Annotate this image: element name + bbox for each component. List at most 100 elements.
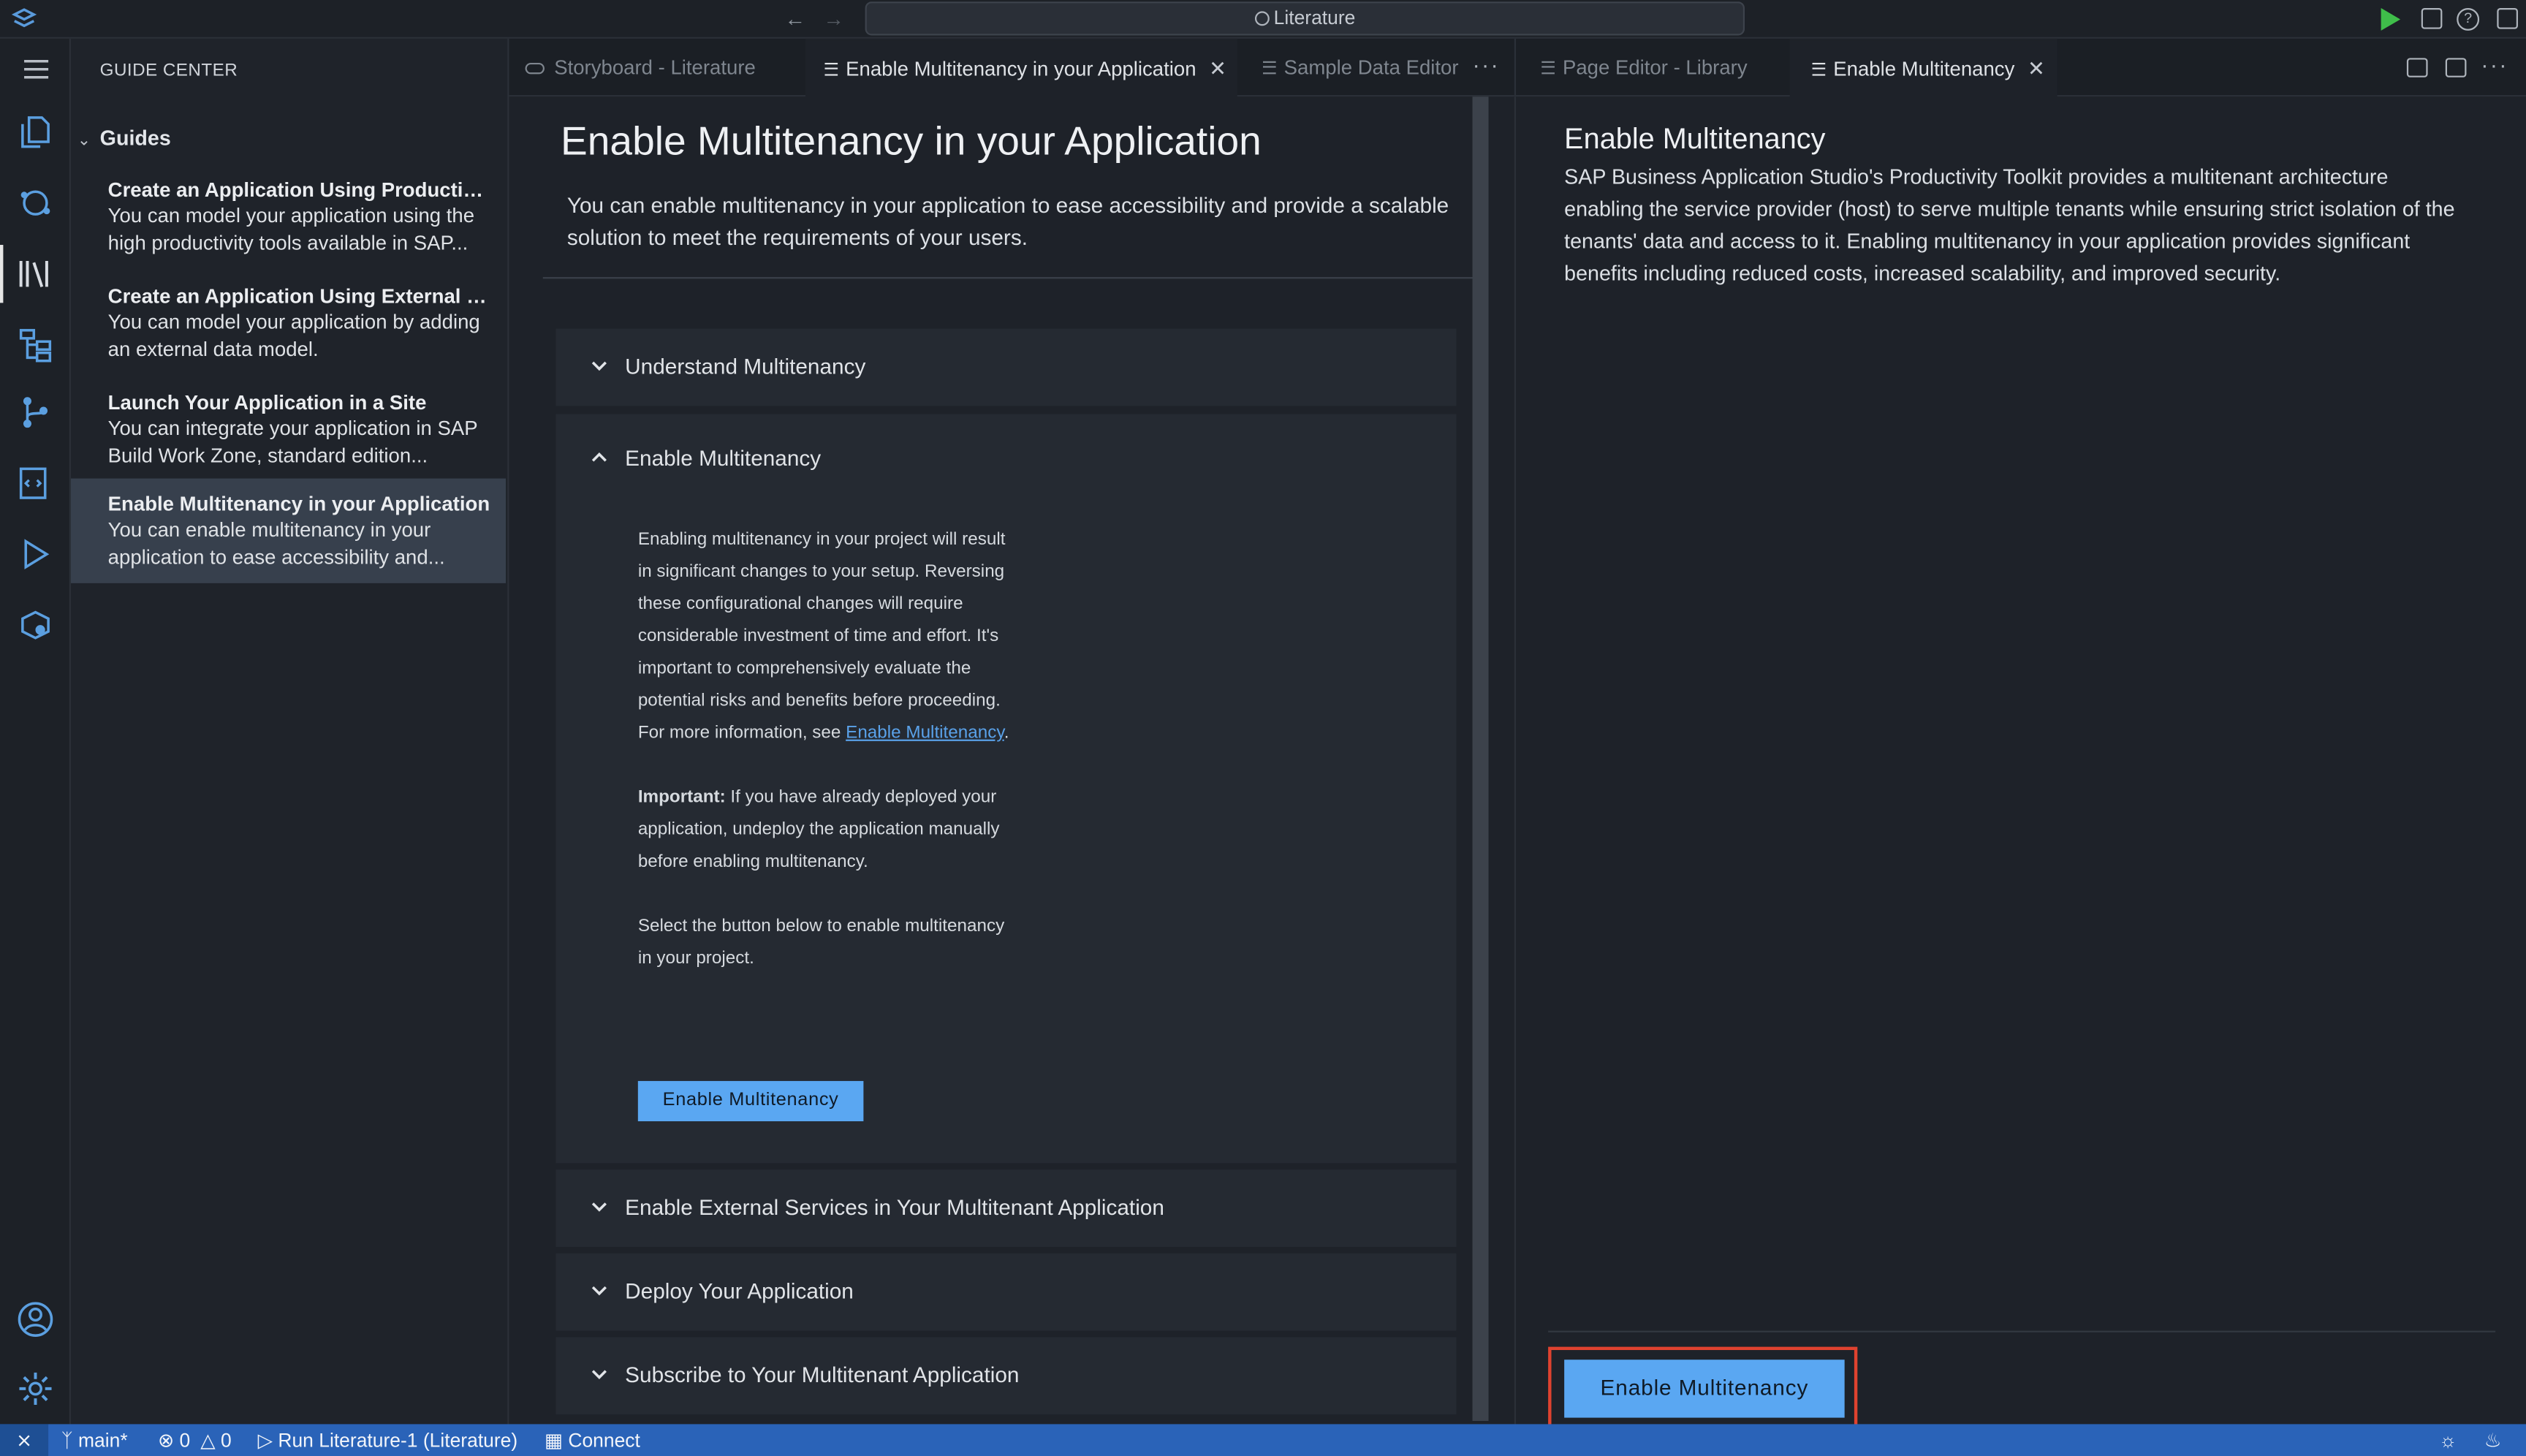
toggle-panel-icon[interactable] bbox=[2421, 8, 2443, 29]
chevron-down-icon bbox=[591, 1286, 607, 1296]
accordion-title: Subscribe to Your Multitenant Applicatio… bbox=[625, 1362, 1020, 1387]
notifications-bell-icon[interactable]: ♨ bbox=[2484, 1424, 2502, 1456]
chevron-down-icon bbox=[591, 1202, 607, 1212]
branch-icon: ᛉ bbox=[61, 1429, 73, 1452]
guide-title: Enable Multitenancy in your Application bbox=[107, 493, 490, 516]
warning-icon: △ bbox=[200, 1429, 216, 1452]
error-icon: ⊗ bbox=[157, 1429, 175, 1452]
chevron-up-icon bbox=[591, 452, 607, 462]
customize-layout-icon[interactable] bbox=[2497, 8, 2518, 29]
activity-bar bbox=[0, 38, 71, 1425]
guide-desc: You can integrate your application in SA… bbox=[107, 417, 478, 440]
tab-sample-data-editor[interactable]: Sample Data Editor bbox=[1262, 39, 1459, 96]
tab-label: Sample Data Editor bbox=[1283, 56, 1459, 79]
guide-item-selected[interactable]: Enable Multitenancy in your Application … bbox=[70, 478, 507, 583]
connect-label: Connect bbox=[568, 1429, 640, 1452]
problems-status[interactable]: ⊗ 0 △ 0 bbox=[158, 1424, 232, 1456]
guides-section-header[interactable]: ⌄ Guides bbox=[77, 126, 171, 150]
settings-gear-icon[interactable] bbox=[16, 1369, 55, 1408]
enable-multitenancy-button[interactable]: Enable Multitenancy bbox=[1564, 1360, 1845, 1418]
page-title: Enable Multitenancy in your Application bbox=[561, 119, 1262, 164]
close-icon[interactable]: ✕ bbox=[2028, 56, 2045, 80]
guide-item[interactable]: Create an Application Using External D..… bbox=[71, 277, 506, 369]
scrollbar[interactable] bbox=[1472, 96, 1489, 1421]
more-actions-icon[interactable]: ··· bbox=[2481, 39, 2508, 91]
database-icon: ▦ bbox=[544, 1429, 563, 1452]
editor-tabs-left: Storyboard - Literature Enable Multitena… bbox=[509, 38, 1514, 97]
terminal-icon[interactable] bbox=[2406, 58, 2428, 77]
accordion-deploy-application: Deploy Your Application bbox=[555, 1253, 1457, 1331]
panel-title: Enable Multitenancy bbox=[1564, 122, 1826, 155]
run-debug-icon[interactable] bbox=[16, 535, 55, 574]
active-indicator bbox=[0, 245, 4, 303]
run-play-icon[interactable] bbox=[2381, 8, 2401, 31]
run-status[interactable]: ▷ Run Literature-1 (Literature) bbox=[258, 1424, 518, 1456]
feedback-icon[interactable]: ☼ bbox=[2439, 1424, 2457, 1456]
chevron-down-icon bbox=[591, 361, 607, 371]
guide-desc: You can enable multitenancy in your bbox=[107, 518, 431, 542]
back-arrow-icon[interactable]: ← bbox=[784, 7, 805, 32]
tab-page-editor-library[interactable]: Page Editor - Library bbox=[1541, 39, 1748, 96]
editor-tabs-right: Page Editor - Library Enable Multitenanc… bbox=[1514, 38, 2526, 97]
warning-paragraph: Enabling multitenancy in your project wi… bbox=[638, 523, 1012, 749]
guide-title: Launch Your Application in a Site bbox=[107, 391, 427, 414]
status-bar: ⨯ ᛉ main* ⊗ 0 △ 0 ▷ Run Literature-1 (Li… bbox=[0, 1424, 2526, 1456]
accordion-understand-multitenancy: Understand Multitenancy bbox=[555, 328, 1457, 406]
split-editor-icon[interactable] bbox=[2445, 58, 2467, 77]
help-icon[interactable]: ? bbox=[2457, 8, 2480, 31]
guide-center-sidebar: GUIDE CENTER ⌄ Guides Create an Applicati… bbox=[70, 38, 509, 1425]
outline-tree-icon[interactable] bbox=[16, 325, 55, 364]
run-icon: ▷ bbox=[257, 1429, 273, 1452]
more-actions-icon[interactable]: ··· bbox=[1473, 39, 1500, 91]
file-lines-icon bbox=[1262, 61, 1276, 75]
accordion-title: Understand Multitenancy bbox=[625, 354, 866, 379]
error-count: 0 bbox=[179, 1429, 191, 1452]
branch-label: main* bbox=[78, 1429, 128, 1452]
file-lines-icon bbox=[824, 62, 838, 76]
tab-label: Enable Multitenancy bbox=[1833, 58, 2015, 81]
tab-enable-multitenancy[interactable]: Enable Multitenancy ✕ bbox=[1789, 38, 2057, 97]
important-label: Important: bbox=[637, 787, 726, 808]
guide-desc: You can model your application by adding bbox=[107, 311, 480, 334]
code-page-icon[interactable] bbox=[16, 464, 55, 503]
accordion-title: Enable External Services in Your Multite… bbox=[625, 1195, 1164, 1220]
run-label: Run Literature-1 (Literature) bbox=[278, 1429, 518, 1452]
divider bbox=[1548, 1330, 2496, 1332]
divider bbox=[542, 277, 1474, 279]
guide-desc: high productivity tools available in SAP… bbox=[107, 231, 469, 254]
file-lines-icon bbox=[1812, 62, 1826, 76]
storyboard-icon[interactable] bbox=[16, 183, 55, 222]
accordion-title: Deploy Your Application bbox=[625, 1279, 854, 1304]
guide-center-icon[interactable] bbox=[16, 254, 55, 293]
accordion-header[interactable]: Enable Multitenancy bbox=[555, 420, 1456, 498]
enable-multitenancy-link[interactable]: Enable Multitenancy bbox=[846, 724, 1004, 743]
guides-section-label: Guides bbox=[99, 125, 171, 150]
accordion-header[interactable]: Subscribe to Your Multitenant Applicatio… bbox=[555, 1337, 1456, 1414]
remote-icon[interactable]: ⨯ bbox=[0, 1424, 49, 1456]
accordion-enable-external-services: Enable External Services in Your Multite… bbox=[555, 1169, 1457, 1247]
forward-arrow-icon[interactable]: → bbox=[823, 7, 844, 32]
extensions-icon[interactable] bbox=[16, 606, 55, 645]
connect-status[interactable]: ▦ Connect bbox=[545, 1424, 640, 1456]
important-paragraph: Important: If you have already deployed … bbox=[638, 781, 1012, 878]
explorer-icon[interactable] bbox=[16, 113, 55, 151]
enable-multitenancy-button-inline[interactable]: Enable Multitenancy bbox=[637, 1080, 864, 1122]
accordion-header[interactable]: Enable External Services in Your Multite… bbox=[555, 1169, 1456, 1247]
accordion-subscribe: Subscribe to Your Multitenant Applicatio… bbox=[555, 1337, 1457, 1415]
tab-storyboard[interactable]: Storyboard - Literature bbox=[525, 39, 756, 96]
guide-item[interactable]: Launch Your Application in a Site You ca… bbox=[71, 384, 506, 476]
source-control-icon[interactable] bbox=[16, 393, 55, 432]
command-center-search[interactable]: Literature bbox=[865, 1, 1745, 36]
accordion-header[interactable]: Understand Multitenancy bbox=[555, 329, 1456, 406]
close-icon[interactable]: ✕ bbox=[1209, 56, 1226, 80]
accordion-header[interactable]: Deploy Your Application bbox=[555, 1254, 1456, 1331]
branch-status[interactable]: ᛉ main* bbox=[61, 1424, 128, 1456]
command-center-label: Literature bbox=[1273, 6, 1356, 29]
account-icon[interactable] bbox=[16, 1300, 55, 1339]
instruction-paragraph: Select the button below to enable multit… bbox=[637, 917, 1005, 968]
guide-desc: application to ease accessibility and... bbox=[107, 545, 445, 568]
tab-label: Storyboard - Literature bbox=[554, 56, 756, 79]
tab-enable-multitenancy-guide[interactable]: Enable Multitenancy in your Application ✕ bbox=[805, 38, 1237, 97]
menu-icon[interactable] bbox=[19, 52, 58, 91]
guide-item[interactable]: Create an Application Using Productivi..… bbox=[71, 171, 506, 263]
